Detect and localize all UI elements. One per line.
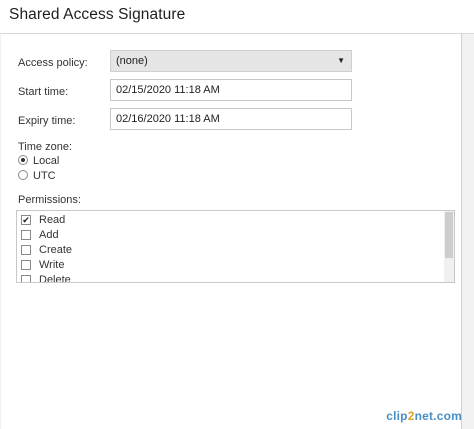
scrollbar-thumb[interactable] (445, 212, 453, 258)
checkmark-icon[interactable]: ✔ (21, 215, 31, 225)
permissions-label: Permissions: (18, 194, 81, 206)
access-policy-select[interactable]: (none) ▼ (110, 50, 352, 72)
checkbox[interactable] (21, 275, 31, 282)
access-policy-label: Access policy: (18, 57, 88, 69)
time-zone-utc-radio[interactable] (18, 170, 28, 180)
time-zone-utc-label[interactable]: UTC (33, 170, 56, 182)
time-zone-local-label[interactable]: Local (33, 155, 59, 167)
start-time-field[interactable]: 02/15/2020 11:18 AM (110, 79, 352, 101)
start-time-label: Start time: (18, 86, 69, 98)
window-edge (462, 34, 474, 429)
chevron-down-icon: ▼ (337, 56, 345, 65)
expiry-time-label: Expiry time: (18, 115, 76, 127)
checkbox[interactable] (21, 230, 31, 240)
access-policy-value: (none) (116, 55, 148, 67)
permissions-list[interactable]: ✔ Read Add Create Write Delete (16, 210, 455, 283)
expiry-time-field[interactable]: 02/16/2020 11:18 AM (110, 108, 352, 130)
checkbox[interactable] (21, 245, 31, 255)
permissions-scrollbar[interactable] (444, 211, 454, 282)
title-bar: Shared Access Signature (0, 0, 474, 34)
time-zone-label: Time zone: (18, 141, 73, 153)
checkbox[interactable] (21, 260, 31, 270)
watermark: clip2net.com (386, 409, 462, 423)
time-zone-local-radio[interactable] (18, 155, 28, 165)
dialog-title: Shared Access Signature (9, 6, 186, 23)
